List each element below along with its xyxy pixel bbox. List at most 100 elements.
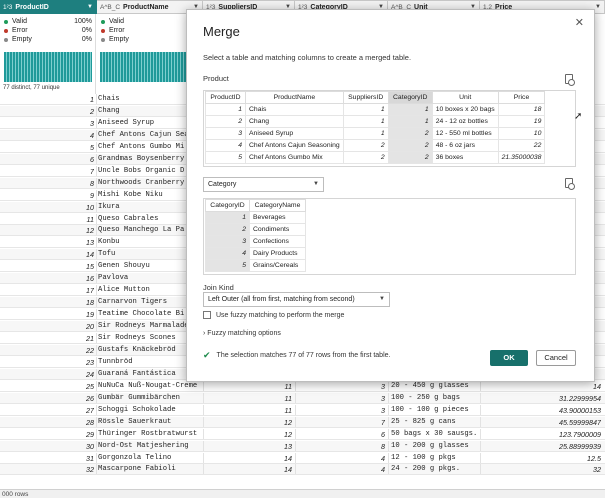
table-row[interactable]: 4 Dairy Products xyxy=(205,247,306,260)
file-preview-icon[interactable] xyxy=(565,74,575,86)
cell-unit[interactable]: 10 - 200 g glasses xyxy=(391,441,477,452)
table-cell[interactable]: Chef Antons Gumbo Mix xyxy=(245,151,344,164)
cell-sup[interactable]: 14 xyxy=(205,453,292,464)
table-cell[interactable]: 21.35000038 xyxy=(497,151,546,164)
column-header-productname[interactable]: ProductName xyxy=(245,91,344,104)
cell-id[interactable]: 10 xyxy=(0,202,94,213)
table-cell[interactable]: 5 xyxy=(205,151,246,164)
column-header-productid[interactable]: 1²3 ProductID ▼ xyxy=(0,0,97,14)
cell-unit[interactable]: 12 - 100 g pkgs xyxy=(391,453,477,464)
cell-cat[interactable]: 3 xyxy=(297,405,385,416)
cell-id[interactable]: 28 xyxy=(0,417,94,428)
cell-id[interactable]: 29 xyxy=(0,429,94,440)
table-cell[interactable]: 18 xyxy=(497,103,546,116)
cell-id[interactable]: 17 xyxy=(0,285,94,296)
second-table-select[interactable]: Category ▼ xyxy=(203,177,324,192)
cell-name[interactable]: Gumbär Gummibärchen xyxy=(98,393,202,404)
cell-name[interactable]: Thüringer Rostbratwurst xyxy=(98,429,202,440)
cell-price[interactable]: 45.59999847 xyxy=(482,417,601,428)
cell-id[interactable]: 11 xyxy=(0,214,94,225)
cell-unit[interactable]: 20 - 450 g glasses xyxy=(391,381,477,392)
cell-unit[interactable]: 100 - 250 g bags xyxy=(391,393,477,404)
cell-id[interactable]: 32 xyxy=(0,464,94,475)
cell-cat[interactable]: 4 xyxy=(297,453,385,464)
cell-id[interactable]: 26 xyxy=(0,393,94,404)
table-cell[interactable]: Grains/Cereals xyxy=(249,259,306,272)
cell-price[interactable]: 14 xyxy=(482,381,601,392)
table-cell[interactable]: 12 - 550 ml bottles xyxy=(431,127,499,140)
cell-cat[interactable]: 4 xyxy=(297,464,385,475)
chevron-down-icon[interactable]: ▼ xyxy=(87,4,93,10)
cell-id[interactable]: 1 xyxy=(0,94,94,105)
table-row[interactable]: 4 Chef Antons Cajun Seasoning 2 2 48 - 6 oz … xyxy=(205,139,546,152)
table-cell[interactable]: 1 xyxy=(342,115,389,128)
file-preview-icon[interactable] xyxy=(565,178,575,190)
cell-id[interactable]: 18 xyxy=(0,297,94,308)
cell-unit[interactable]: 50 bags x 30 sausgs. xyxy=(391,429,477,440)
cell-name[interactable]: Rössle Sauerkraut xyxy=(98,417,202,428)
table-cell[interactable]: Chang xyxy=(245,115,344,128)
column-header-categoryid[interactable]: CategoryID xyxy=(205,199,250,212)
table-row[interactable]: 31 Gorgonzola Telino 14 4 12 - 100 g pkgs 12.… xyxy=(0,452,605,464)
table-cell[interactable]: Dairy Products xyxy=(249,247,306,260)
table-cell[interactable]: 2 xyxy=(342,151,389,164)
table-cell[interactable]: Chais xyxy=(245,103,344,116)
table-cell[interactable]: 24 - 12 oz bottles xyxy=(431,115,499,128)
cell-price[interactable]: 31.22999954 xyxy=(482,393,601,404)
cell-unit[interactable]: 24 - 200 g pkgs. xyxy=(391,464,477,475)
table-row[interactable]: 25 NuNuCa Nuß-Nougat-Creme 11 3 20 - 450 g g… xyxy=(0,380,605,392)
fuzzy-matching-checkbox[interactable]: Use fuzzy matching to perform the merge xyxy=(203,311,344,319)
cell-id[interactable]: 23 xyxy=(0,357,94,368)
cell-id[interactable]: 19 xyxy=(0,309,94,320)
table-row[interactable]: 3 Aniseed Syrup 1 2 12 - 550 ml bottles 10 xyxy=(205,127,546,140)
cell-id[interactable]: 27 xyxy=(0,405,94,416)
table-cell[interactable]: 5 xyxy=(205,259,250,272)
table-cell[interactable]: 2 xyxy=(387,127,433,140)
cell-sup[interactable]: 11 xyxy=(205,381,292,392)
cell-id[interactable]: 12 xyxy=(0,225,94,236)
table-cell[interactable]: 1 xyxy=(342,103,389,116)
table-cell[interactable]: 1 xyxy=(205,103,246,116)
chevron-down-icon[interactable]: ▼ xyxy=(595,4,601,10)
ok-button[interactable]: OK xyxy=(490,350,528,366)
table-cell[interactable]: 1 xyxy=(387,103,433,116)
table-cell[interactable]: 2 xyxy=(387,151,433,164)
table-cell[interactable]: 22 xyxy=(497,139,546,152)
table-cell[interactable]: 2 xyxy=(205,115,246,128)
table-cell[interactable]: Condiments xyxy=(249,223,306,236)
cell-cat[interactable]: 7 xyxy=(297,417,385,428)
cell-name[interactable]: Mascarpone Fabioli xyxy=(98,464,202,475)
cell-price[interactable]: 25.88999939 xyxy=(482,441,601,452)
cell-id[interactable]: 6 xyxy=(0,154,94,165)
cancel-button[interactable]: Cancel xyxy=(536,350,576,366)
cell-id[interactable]: 24 xyxy=(0,369,94,380)
column-header-categoryname[interactable]: CategoryName xyxy=(249,199,306,212)
table-cell[interactable]: 1 xyxy=(342,127,389,140)
table-cell[interactable]: 3 xyxy=(205,235,250,248)
cell-unit[interactable]: 25 - 825 g cans xyxy=(391,417,477,428)
text-type-icon[interactable]: A^B_C xyxy=(100,4,120,11)
cell-id[interactable]: 5 xyxy=(0,142,94,153)
table-row[interactable]: 29 Thüringer Rostbratwurst 12 6 50 bags x 30… xyxy=(0,428,605,440)
number-type-icon[interactable]: 1²3 xyxy=(3,4,12,11)
table-cell[interactable]: 3 xyxy=(205,127,246,140)
cell-name[interactable]: Gorgonzola Telino xyxy=(98,453,202,464)
cell-cat[interactable]: 8 xyxy=(297,441,385,452)
checkbox-box[interactable] xyxy=(203,311,211,319)
table-row[interactable]: 1 Chais 1 1 10 boxes x 20 bags 18 xyxy=(205,103,546,116)
cell-id[interactable]: 21 xyxy=(0,333,94,344)
cell-price[interactable]: 123.7900009 xyxy=(482,429,601,440)
column-header-unit[interactable]: Unit xyxy=(431,91,499,104)
column-header-price[interactable]: Price xyxy=(497,91,546,104)
table-cell[interactable]: Beverages xyxy=(249,211,306,224)
cell-id[interactable]: 30 xyxy=(0,441,94,452)
table-cell[interactable]: 10 xyxy=(497,127,546,140)
cell-cat[interactable]: 3 xyxy=(297,381,385,392)
table-cell[interactable]: 48 - 6 oz jars xyxy=(431,139,499,152)
cell-id[interactable]: 8 xyxy=(0,178,94,189)
column-header-productid[interactable]: ProductID xyxy=(205,91,246,104)
table-cell[interactable]: 19 xyxy=(497,115,546,128)
table-row[interactable]: 28 Rössle Sauerkraut 12 7 25 - 825 g cans 45.… xyxy=(0,416,605,428)
cell-price[interactable]: 43.90000153 xyxy=(482,405,601,416)
table-row[interactable]: 32 Mascarpone Fabioli 14 4 24 - 200 g pkgs. 3… xyxy=(0,464,605,476)
